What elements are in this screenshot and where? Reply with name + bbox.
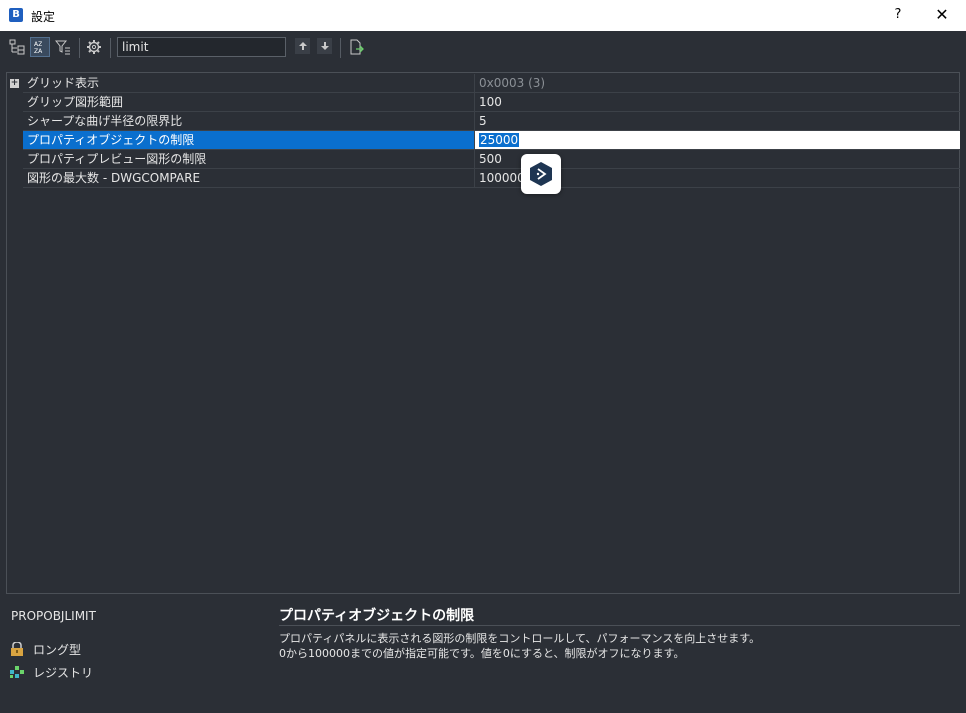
title-bar: B 設定 ? ✕	[0, 0, 966, 31]
close-button[interactable]: ✕	[928, 2, 956, 28]
arrow-up-icon[interactable]	[295, 38, 310, 54]
grid-row-selected[interactable]: プロパティオブジェクトの制限 25000	[23, 131, 960, 150]
row-value[interactable]: 5	[475, 112, 960, 130]
row-name: グリッド表示	[23, 74, 475, 92]
divider	[279, 625, 960, 626]
svg-text:AZ: AZ	[34, 41, 42, 48]
row-name: プロパティプレビュー図形の制限	[23, 150, 475, 168]
type-label: ロング型	[33, 642, 82, 657]
grid-row[interactable]: + グリッド表示 0x0003 (3)	[10, 74, 960, 93]
storage-line: レジストリ	[9, 664, 93, 680]
row-name: グリップ図形範囲	[23, 93, 475, 111]
variable-name: PROPOBJLIMIT	[11, 609, 96, 623]
filter-icon[interactable]	[53, 37, 73, 57]
row-name: プロパティオブジェクトの制限	[23, 131, 475, 149]
help-button[interactable]: ?	[884, 2, 912, 28]
description-line: 0から100000までの値が指定可能です。値を0にすると、制限がオフになります。	[279, 647, 685, 660]
row-value[interactable]: 25000	[479, 133, 520, 147]
info-title: プロパティオブジェクトの制限	[279, 608, 475, 624]
floating-helper-icon[interactable]	[521, 154, 561, 194]
registry-icon	[9, 665, 25, 679]
search-input[interactable]: limit	[117, 37, 286, 57]
row-name: 図形の最大数 - DWGCOMPARE	[23, 169, 475, 187]
toolbar-separator	[340, 38, 341, 58]
row-value[interactable]: 100	[475, 93, 960, 111]
row-name: シャープな曲げ半径の限界比	[23, 112, 475, 130]
info-description: プロパティパネルに表示される図形の制限をコントロールして、パフォーマンスを向上さ…	[279, 631, 959, 661]
window-title: 設定	[31, 10, 56, 24]
grid-row[interactable]: シャープな曲げ半径の限界比 5	[23, 112, 960, 131]
svg-text:ZA: ZA	[34, 48, 43, 55]
gear-icon[interactable]	[84, 37, 104, 57]
type-line: ロング型	[9, 641, 81, 657]
toolbar-separator	[79, 38, 80, 58]
arrow-down-icon[interactable]	[317, 38, 332, 54]
lock-icon	[9, 642, 25, 656]
storage-label: レジストリ	[33, 665, 94, 680]
row-value: 0x0003 (3)	[479, 76, 546, 90]
settings-grid: + グリッド表示 0x0003 (3) グリップ図形範囲 100 シャープな曲げ…	[6, 72, 960, 594]
value-editor[interactable]: 25000	[475, 131, 960, 149]
expand-icon[interactable]: +	[10, 79, 19, 88]
alphabetic-sort-icon[interactable]: AZ ZA	[30, 37, 50, 57]
grid-row[interactable]: グリップ図形範囲 100	[23, 93, 960, 112]
variable-info: PROPOBJLIMIT ロング型 レジストリ	[0, 596, 270, 713]
app-icon: B	[9, 8, 23, 22]
categorized-view-icon[interactable]	[7, 37, 27, 57]
export-icon[interactable]	[346, 37, 366, 57]
grid-row[interactable]: プロパティプレビュー図形の制限 500	[23, 150, 960, 169]
toolbar-separator	[110, 38, 111, 58]
toolbar: AZ ZA limit	[0, 31, 966, 65]
grid-row[interactable]: 図形の最大数 - DWGCOMPARE 100000	[23, 169, 960, 188]
description-line: プロパティパネルに表示される図形の制限をコントロールして、パフォーマンスを向上さ…	[279, 632, 761, 645]
